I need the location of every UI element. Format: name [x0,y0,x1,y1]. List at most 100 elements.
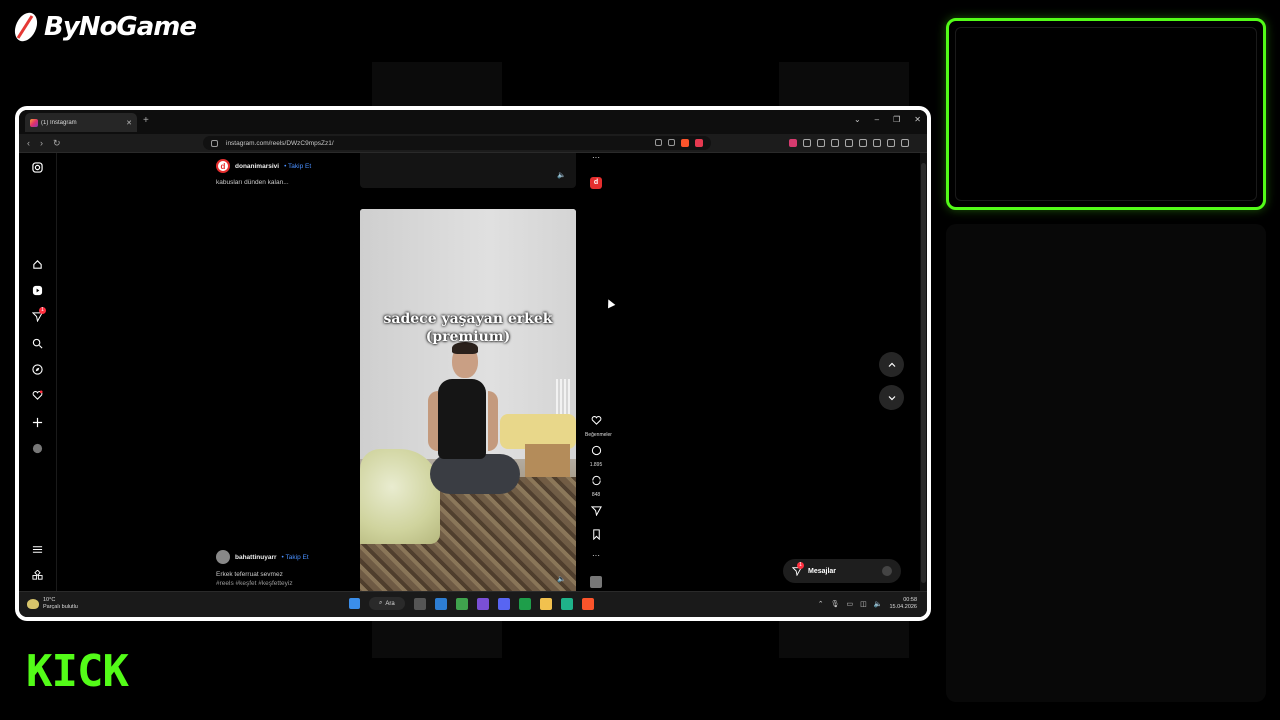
microphone-icon[interactable]: 🎙 [831,600,840,608]
url-field[interactable]: instagram.com/reels/DWzC9mpsZz1/ [203,136,711,150]
display-icon[interactable]: ▭ [847,600,854,608]
app-icon[interactable] [434,597,447,610]
search-icon[interactable] [32,338,43,349]
navigation-buttons: ‹ › ↻ [27,138,61,149]
instagram-logo-icon[interactable] [32,162,43,173]
instagram-sidebar: 1 [19,153,57,591]
repost-button[interactable]: 848 [585,473,607,498]
share-icon[interactable] [668,139,675,146]
explore-icon[interactable] [32,364,43,375]
back-icon[interactable]: ‹ [27,138,30,149]
previous-reel-video[interactable]: 🔈 [360,153,576,188]
brave-shield-icon[interactable] [681,139,689,147]
discord-icon[interactable] [497,597,510,610]
comment-button[interactable]: 1.895 [585,443,607,468]
forward-icon[interactable]: › [40,138,43,149]
taskbar-search[interactable]: ⌕ Ara [369,597,405,610]
extension-icon[interactable] [789,139,797,147]
more-options-icon[interactable]: ··· [585,153,607,162]
brand-name: ByNoGame [44,12,197,42]
clock[interactable]: 00:58 15.04.2026 [889,597,917,611]
send-icon [590,506,602,516]
extension-icons [789,139,909,147]
stream-overlay: ByNoGame KICK (1) Instagram ✕ + ⌄ – ❐ ✕ [0,0,1280,720]
page-scrollbar[interactable] [920,153,927,591]
new-tab-button[interactable]: + [143,115,149,126]
share-button[interactable] [585,503,607,521]
author-username[interactable]: bahattinuyarr [235,554,277,561]
volume-icon[interactable]: 🔈 [557,575,566,583]
windows-taskbar: 10°C Parçalı bulutlu ⌕ Ara ⌃ 🎙 ▭ ◫ 🔈 00:… [19,591,927,617]
tab-manager-icon[interactable] [817,139,825,147]
reel-hashtags[interactable]: #reels #keşfet #keşfetteyiz [216,580,293,587]
file-explorer-icon[interactable] [539,597,552,610]
feather-logo-icon [12,10,40,44]
close-window-button[interactable]: ✕ [914,115,921,124]
save-button[interactable] [585,527,607,545]
current-reel-video[interactable]: sadece yaşayan erkek (premium) 🔈 [360,209,576,595]
author-badge-icon[interactable]: d [590,177,602,189]
network-icon[interactable]: ◫ [860,600,867,608]
follow-button[interactable]: • Takip Et [282,554,309,561]
author-avatar[interactable] [216,550,230,564]
more-menu-icon[interactable] [32,544,43,555]
video-frame-person-torso [438,379,486,459]
chevron-up-icon[interactable]: ⌃ [818,600,824,608]
like-button[interactable]: Beğenmeler [585,413,612,438]
excel-icon[interactable] [518,597,531,610]
task-view-icon[interactable] [413,597,426,610]
scrollbar-thumb[interactable] [921,163,926,583]
audio-thumbnail[interactable] [590,576,602,588]
app-icon[interactable] [476,597,489,610]
profile-avatar-icon[interactable] [32,443,43,454]
create-icon[interactable] [32,417,43,428]
brave-rewards-icon[interactable] [695,139,703,147]
top-reel-caption: kabusları dünden kalan... [216,179,289,186]
volume-icon[interactable]: 🔈 [874,600,883,608]
heart-notifications-icon[interactable] [32,390,43,401]
maximize-button[interactable]: ❐ [893,115,900,124]
also-from-meta-icon[interactable] [32,570,43,581]
clock-time: 00:58 [903,597,917,603]
more-options-icon[interactable]: ··· [585,551,607,560]
close-tab-icon[interactable]: ✕ [126,119,132,127]
messages-icon[interactable]: 1 [32,307,46,322]
windows-start-icon[interactable] [349,598,360,609]
messages-badge: 1 [797,562,804,569]
previous-reel-button[interactable] [879,352,904,377]
author-username[interactable]: donanimarsivi [235,163,279,170]
music-icon[interactable] [831,139,839,147]
vpn-icon[interactable] [887,139,895,147]
brave-browser-icon[interactable] [581,597,594,610]
chrome-icon[interactable] [455,597,468,610]
menu-icon[interactable] [901,139,909,147]
browser-tab[interactable]: (1) Instagram ✕ [25,113,137,132]
tab-search-button[interactable]: ⌄ [854,115,861,124]
messages-button[interactable]: 1 Mesajlar [783,559,901,583]
bynogame-logo: ByNoGame [12,10,197,44]
follow-button[interactable]: • Takip Et [284,163,311,170]
site-info-icon[interactable] [211,139,218,147]
kick-logo: KICK [26,646,129,697]
heart-icon [591,416,601,425]
weather-widget[interactable]: 10°C Parçalı bulutlu [27,597,78,611]
reload-icon[interactable]: ↻ [53,138,61,149]
url-text: instagram.com/reels/DWzC9mpsZz1/ [226,139,334,147]
browser-titlebar: (1) Instagram ✕ + ⌄ – ❐ ✕ [19,110,927,134]
cast-icon[interactable] [655,139,662,146]
reels-icon[interactable] [32,285,43,296]
app-icon[interactable] [560,597,573,610]
puzzle-icon[interactable] [803,139,811,147]
chevron-down-icon [888,395,895,400]
reposts-count: 848 [591,492,601,498]
sidebar-icon[interactable] [845,139,853,147]
partly-cloudy-icon [27,599,39,609]
next-reel-button[interactable] [879,385,904,410]
video-frame-blanket [360,449,440,544]
volume-icon[interactable]: 🔈 [557,171,566,179]
leo-ai-icon[interactable] [873,139,881,147]
author-avatar[interactable]: d [216,159,230,173]
wallet-icon[interactable] [859,139,867,147]
home-icon[interactable] [32,259,43,270]
minimize-button[interactable]: – [875,115,879,124]
